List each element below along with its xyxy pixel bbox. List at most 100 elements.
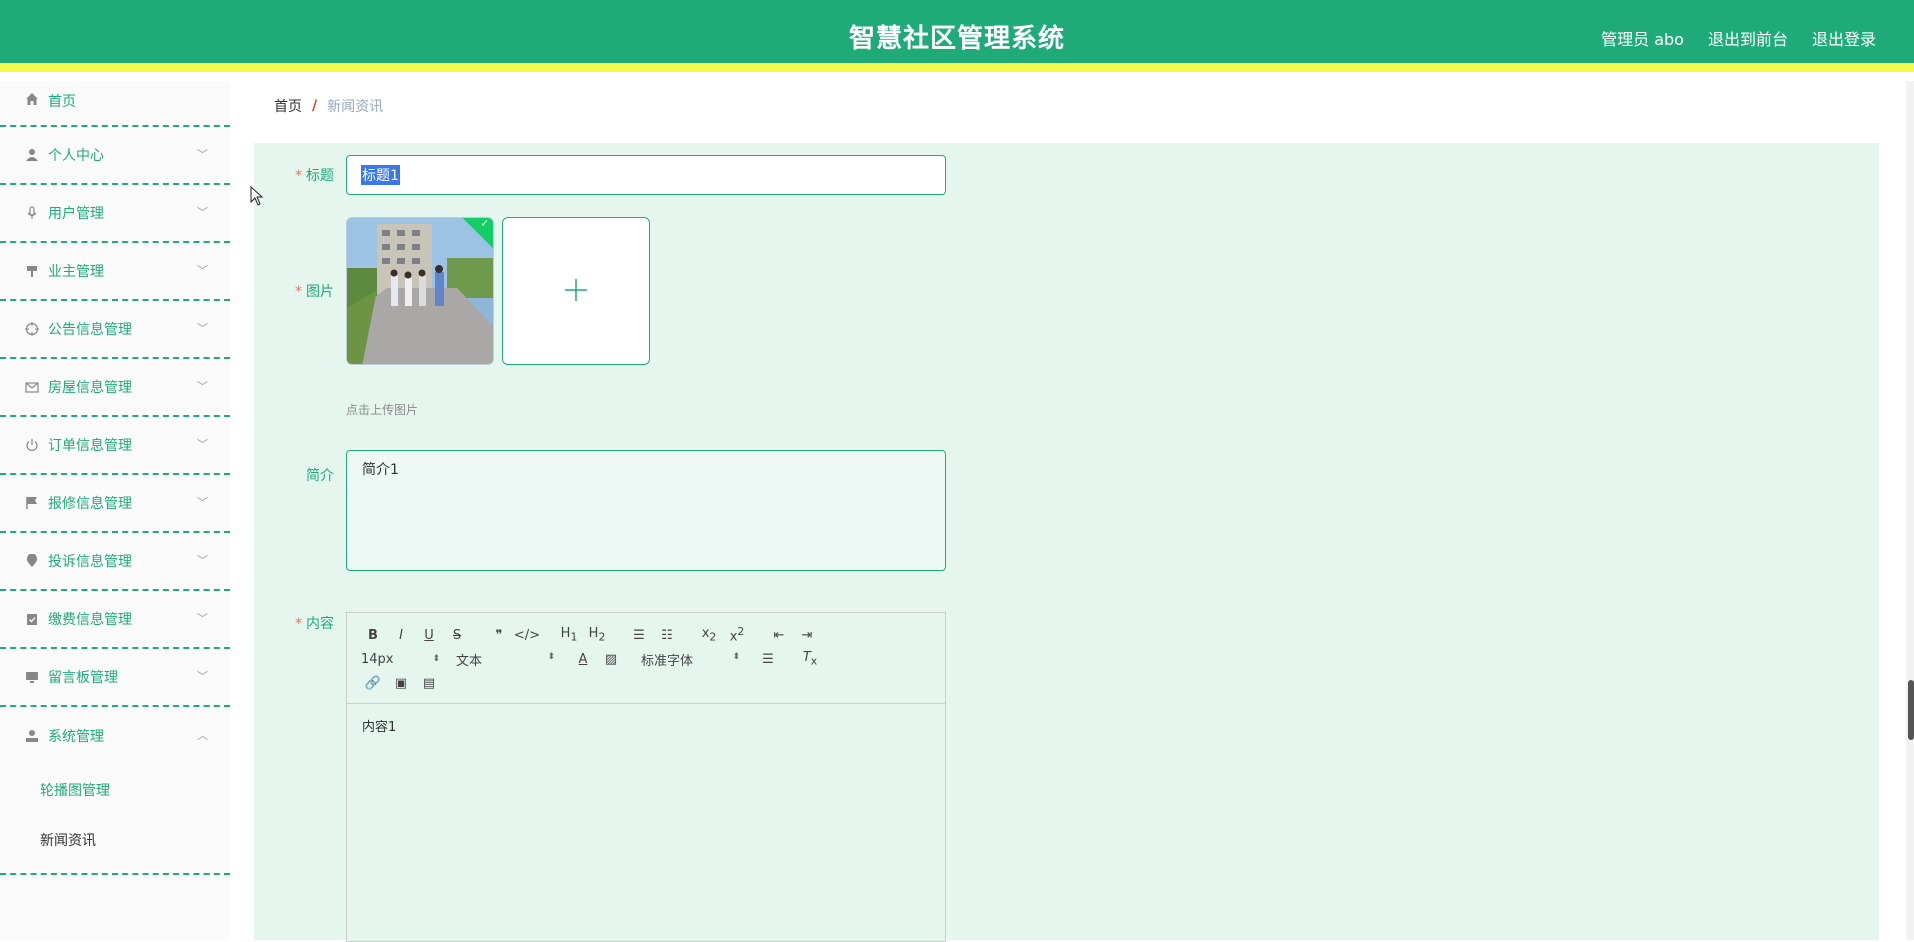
page-scrollbar[interactable] [1906,81,1914,940]
bullet-list-icon[interactable]: ☷ [653,628,681,643]
clear-format-icon[interactable]: Tx [796,650,824,668]
sidebar-subitem-carousel[interactable]: 轮播图管理 [0,765,230,815]
chevron-down-icon: ﹀ [197,612,208,625]
breadcrumb: 首页 / 新闻资讯 [254,81,1879,131]
sidebar-item-complaints[interactable]: 投诉信息管理 ﹀ [0,533,230,591]
link-icon[interactable]: 🔗 [359,676,387,691]
font-size-picker[interactable]: 14px ⬍ [359,652,454,667]
sidebar-item-announcements[interactable]: 公告信息管理 ﹀ [0,301,230,359]
editor-content[interactable]: 内容1 [347,704,945,747]
image-icon[interactable]: ▣ [387,676,415,691]
editor-toolbar: B I U S ❞ </> H1 H2 ☰ ☷ x2 x2 ⇤ ⇥ 14px ⬍… [347,613,945,704]
sidebar-item-label: 房屋信息管理 [48,380,132,396]
chevron-down-icon: ﹀ [197,438,208,451]
sidebar-item-label: 公告信息管理 [48,322,132,338]
subscript-button[interactable]: x2 [695,626,723,644]
sidebar-item-label: 用户管理 [48,206,104,222]
strike-button[interactable]: S [443,628,471,643]
aim-icon [24,321,40,337]
chevron-down-icon: ﹀ [197,554,208,567]
h1-button[interactable]: H1 [555,626,583,644]
bold-button[interactable]: B [359,628,387,643]
chevron-down-icon: ﹀ [197,206,208,219]
finished-icon [24,611,40,627]
location-icon [24,553,40,569]
intro-textarea[interactable]: 简介1 [346,450,946,571]
blockquote-icon[interactable]: ❞ [485,628,513,643]
sidebar-item-system[interactable]: 系统管理 ︿ [0,707,230,765]
chevron-down-icon: ﹀ [197,264,208,277]
superscript-button[interactable]: x2 [723,625,751,644]
updown-icon: ⬍ [732,651,740,662]
uploaded-image-thumbnail[interactable]: ✓ [346,217,494,365]
content-label: * 内容 [295,616,334,632]
chevron-down-icon: ﹀ [197,322,208,335]
street-photo [347,218,493,364]
header-picker[interactable]: 文本 ⬍ [454,650,569,669]
user-icon [24,147,40,163]
code-icon[interactable]: </> [513,628,541,643]
video-icon[interactable]: ▤ [415,676,443,691]
upload-tip: 点击上传图片 [346,403,419,417]
ordered-list-icon[interactable]: ☰ [625,628,653,643]
indent-icon[interactable]: ⇥ [793,628,821,643]
top-header: 智慧社区管理系统 管理员 abo 退出到前台 退出登录 [0,0,1914,72]
page-scrollbar-thumb[interactable] [1908,680,1914,740]
chevron-up-icon: ︿ [197,729,208,742]
home-icon [24,91,40,107]
sidebar-item-label: 个人中心 [48,148,104,164]
sidebar-item-label: 留言板管理 [48,670,118,686]
italic-button[interactable]: I [387,628,415,643]
system-submenu: 轮播图管理 新闻资讯 [0,765,230,875]
sidebar: 首页 个人中心 ﹀ 用户管理 ﹀ 业主管理 ﹀ 公告信息管理 ﹀ 房屋信息管理 … [0,81,230,940]
image-label: * 图片 [295,284,334,300]
flag-icon [24,495,40,511]
align-icon[interactable]: ☰ [754,652,782,667]
outdent-icon[interactable]: ⇤ [765,628,793,643]
sidebar-item-home[interactable]: 首页 [0,81,230,127]
microphone-icon [24,205,40,221]
updown-icon: ⬍ [547,651,555,662]
sidebar-item-label: 报修信息管理 [48,496,132,512]
power-icon [24,437,40,453]
news-form: * 标题 标题1 * 图片 ✓ 点击上传图片 简介 简介1 * 内容 B I U… [254,143,1879,942]
main-content: 首页 / 新闻资讯 * 标题 标题1 * 图片 ✓ 点击上传图片 简介 简介1 … [254,81,1879,942]
font-family-picker[interactable]: 标准字体 ⬍ [639,650,754,669]
breadcrumb-separator: / [312,98,318,114]
title-input[interactable]: 标题1 [346,155,946,195]
exit-to-front-link[interactable]: 退出到前台 [1708,26,1788,50]
chevron-down-icon: ﹀ [197,670,208,683]
sidebar-item-owners[interactable]: 业主管理 ﹀ [0,243,230,301]
sidebar-item-orders[interactable]: 订单信息管理 ﹀ [0,417,230,475]
mouse-cursor-icon [250,185,264,211]
sidebar-item-users[interactable]: 用户管理 ﹀ [0,185,230,243]
sidebar-item-repairs[interactable]: 报修信息管理 ﹀ [0,475,230,533]
updown-icon: ⬍ [432,653,440,664]
header-actions: 管理员 abo 退出到前台 退出登录 [1601,26,1876,50]
sidebar-item-label: 订单信息管理 [48,438,132,454]
breadcrumb-current: 新闻资讯 [327,99,384,115]
sidebar-item-payments[interactable]: 缴费信息管理 ﹀ [0,591,230,649]
rich-text-editor: B I U S ❞ </> H1 H2 ☰ ☷ x2 x2 ⇤ ⇥ 14px ⬍… [346,612,946,942]
logout-link[interactable]: 退出登录 [1812,26,1876,50]
sidebar-subitem-news[interactable]: 新闻资讯 [0,815,230,865]
image-upload-button[interactable] [502,217,650,365]
sidebar-item-messages[interactable]: 留言板管理 ﹀ [0,649,230,707]
check-icon: ✓ [480,218,489,230]
brush-icon [24,263,40,279]
underline-button[interactable]: U [415,628,443,643]
plus-icon [563,271,589,312]
background-color-icon[interactable]: ▨ [597,652,625,667]
chevron-down-icon: ﹀ [197,496,208,509]
sidebar-item-personal[interactable]: 个人中心 ﹀ [0,127,230,185]
sidebar-item-label: 首页 [48,94,76,110]
sidebar-item-houses[interactable]: 房屋信息管理 ﹀ [0,359,230,417]
font-color-icon[interactable]: A [569,652,597,667]
h2-button[interactable]: H2 [583,626,611,644]
breadcrumb-home[interactable]: 首页 [274,96,302,116]
sidebar-item-label: 缴费信息管理 [48,612,132,628]
message-icon [24,379,40,395]
sidebar-item-label: 业主管理 [48,264,104,280]
title-label: * 标题 [295,168,334,184]
chevron-down-icon: ﹀ [197,380,208,393]
